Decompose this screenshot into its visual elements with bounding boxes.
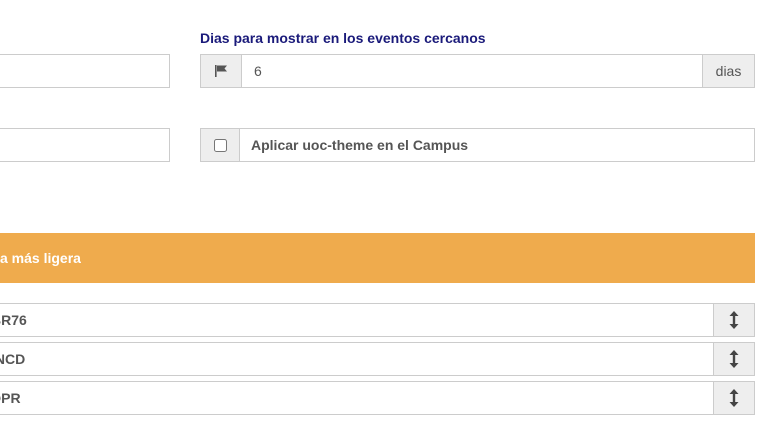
sortable-row-label: DPR (0, 381, 714, 415)
sortable-row: INCD (0, 342, 755, 376)
flag-icon (200, 54, 241, 88)
days-input-group: dias (200, 54, 755, 88)
sortable-row-label: BR76 (0, 303, 714, 337)
vertical-arrows-icon[interactable] (714, 303, 755, 337)
section-banner: a más ligera (0, 233, 755, 283)
checkbox-addon (200, 128, 239, 162)
theme-checkbox-label: Aplicar uoc-theme en el Campus (239, 128, 755, 162)
left-text-input-2[interactable] (0, 128, 170, 162)
sortable-row-label: INCD (0, 342, 714, 376)
settings-panel: Dias para mostrar en los eventos cercano… (0, 0, 777, 430)
sortable-row: DPR (0, 381, 755, 415)
theme-checkbox[interactable] (213, 138, 227, 152)
days-suffix: dias (703, 54, 755, 88)
sortable-row: BR76 (0, 303, 755, 337)
theme-checkbox-group: Aplicar uoc-theme en el Campus (200, 128, 755, 162)
left-text-input-1[interactable] (0, 54, 170, 88)
vertical-arrows-icon[interactable] (714, 381, 755, 415)
vertical-arrows-icon[interactable] (714, 342, 755, 376)
days-input[interactable] (241, 54, 703, 88)
days-field-label: Dias para mostrar en los eventos cercano… (200, 30, 486, 46)
